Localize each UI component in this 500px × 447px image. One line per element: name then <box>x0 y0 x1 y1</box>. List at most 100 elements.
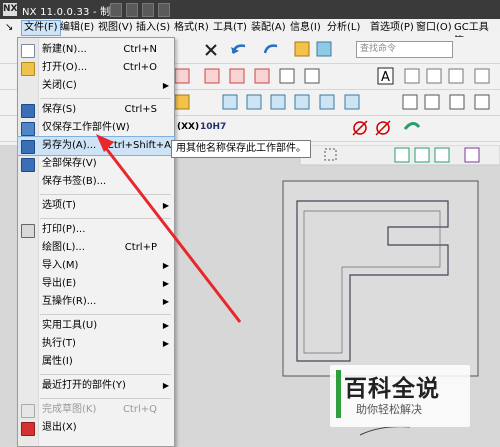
delete-icon[interactable] <box>205 44 217 56</box>
command-icon-2[interactable] <box>316 41 332 57</box>
menu-item-close[interactable]: 关闭(C) ▶ <box>18 77 174 95</box>
menu-item-new[interactable]: 新建(N)... Ctrl+N <box>18 41 174 59</box>
menu-separator <box>40 98 171 99</box>
sketch-icon[interactable] <box>175 68 190 84</box>
menu-assembly[interactable]: 装配(A) <box>249 21 288 35</box>
menu-bar: ↘ 文件(F) 编辑(E) 视图(V) 插入(S) 格式(R) 工具(T) 装配… <box>0 19 500 47</box>
drawing-sheet[interactable] <box>282 180 479 377</box>
undo-icon[interactable] <box>231 44 246 54</box>
menu-window[interactable]: 窗口(O) <box>414 21 454 35</box>
title-bar: NX NX 11.0.0.33 - 制图 <box>0 0 500 19</box>
dimension-icon-1[interactable] <box>175 94 190 110</box>
annotation-icon-2[interactable] <box>426 68 442 84</box>
command-icon-1[interactable] <box>294 41 310 57</box>
menu-item-options[interactable]: 选项(T) ▶ <box>18 197 174 215</box>
watermark-accent-bar <box>336 370 341 418</box>
tolerance-10h7[interactable]: 10H7 <box>200 122 226 132</box>
menu-item-save-as[interactable]: 另存为(A)... Ctrl+Shift+A <box>17 136 175 156</box>
watermark-subtitle: 助你轻松解决 <box>356 403 422 416</box>
menu-item-execute[interactable]: 执行(T) ▶ <box>18 335 174 353</box>
menu-insert[interactable]: 插入(S) <box>134 21 172 35</box>
undo-quick-icon[interactable] <box>126 3 138 17</box>
snap-icon-4[interactable] <box>464 147 480 163</box>
menu-gc-toolbox[interactable]: GC工具箱 <box>452 21 500 47</box>
menu-item-utilities[interactable]: 实用工具(U) ▶ <box>18 317 174 335</box>
submenu-arrow-icon: ▶ <box>162 279 169 288</box>
menu-file[interactable]: 文件(F) <box>21 20 61 36</box>
tolerance-xx[interactable]: (XX) <box>177 122 199 132</box>
menu-tools[interactable]: 工具(T) <box>211 21 249 35</box>
menu-preferences[interactable]: 首选项(P) <box>368 21 416 35</box>
menu-item-save-work-part[interactable]: 仅保存工作部件(W) <box>18 119 174 137</box>
svg-text:A: A <box>381 70 390 85</box>
dimension-icon-4[interactable] <box>270 94 286 110</box>
menu-item-recent-parts[interactable]: 最近打开的部件(Y) ▶ <box>18 377 174 395</box>
menu-separator <box>40 194 171 195</box>
menu-item-save[interactable]: 保存(S) Ctrl+S <box>18 101 174 119</box>
dimension-icon-11[interactable] <box>474 94 490 110</box>
finish-sketch-icon <box>21 404 35 418</box>
dimension-icon-2[interactable] <box>222 94 238 110</box>
annotation-icon-3[interactable] <box>448 68 464 84</box>
menu-format[interactable]: 格式(R) <box>172 21 211 35</box>
snap-icon-3[interactable] <box>434 147 450 163</box>
view-icon-4[interactable] <box>279 68 295 84</box>
dimension-icon-5[interactable] <box>294 94 310 110</box>
view-icon-5[interactable] <box>304 68 320 84</box>
menu-item-finish-sketch[interactable]: 完成草图(K) Ctrl+Q <box>18 401 174 419</box>
menu-item-import[interactable]: 导入(M) ▶ <box>18 257 174 275</box>
dimension-icon-9[interactable] <box>424 94 440 110</box>
dimension-icon-6[interactable] <box>319 94 335 110</box>
watermark: 百科全说 助你轻松解决 <box>330 365 470 427</box>
menu-item-interoperate[interactable]: 互操作(R)... ▶ <box>18 293 174 311</box>
view-icon-3[interactable] <box>254 68 270 84</box>
menu-item-open[interactable]: 打开(O)... Ctrl+O <box>18 59 174 77</box>
menu-item-export[interactable]: 导出(E) ▶ <box>18 275 174 293</box>
nx-logo-icon: NX <box>3 3 18 16</box>
note-icon[interactable]: A <box>377 67 394 85</box>
save-work-part-icon <box>21 122 35 136</box>
menu-view[interactable]: 视图(V) <box>96 21 135 35</box>
cut-quick-icon[interactable] <box>158 3 170 17</box>
exit-icon <box>21 422 35 436</box>
diameter-icon-2[interactable] <box>375 120 391 136</box>
menu-item-print[interactable]: 打印(P)... <box>18 221 174 239</box>
menu-item-exit[interactable]: 退出(X) <box>18 419 174 437</box>
menu-item-save-bookmark[interactable]: 保存书签(B)... <box>18 173 174 191</box>
dimension-icon-10[interactable] <box>449 94 465 110</box>
snap-icon-2[interactable] <box>414 147 430 163</box>
snap-icon-1[interactable] <box>394 147 410 163</box>
menu-info[interactable]: 信息(I) <box>288 21 323 35</box>
save-quick-icon[interactable] <box>110 3 122 17</box>
dimension-icon-3[interactable] <box>246 94 262 110</box>
save-as-icon <box>21 140 35 154</box>
arrow-icon[interactable] <box>403 122 421 130</box>
save-icon <box>21 104 35 118</box>
annotation-icon-1[interactable] <box>404 68 420 84</box>
command-search-input[interactable]: 查找命令 <box>356 41 453 58</box>
submenu-arrow-icon: ▶ <box>162 201 169 210</box>
menu-analysis[interactable]: 分析(L) <box>325 21 362 35</box>
submenu-arrow-icon: ▶ <box>162 297 169 306</box>
menu-item-properties[interactable]: 属性(I) <box>18 353 174 371</box>
watermark-title: 百科全说 <box>344 376 440 402</box>
file-menu: 新建(N)... Ctrl+N 打开(O)... Ctrl+O 关闭(C) ▶ … <box>17 37 175 447</box>
redo-icon[interactable] <box>263 44 278 54</box>
print-icon <box>21 224 35 238</box>
menu-item-save-all[interactable]: 全部保存(V) <box>18 155 174 173</box>
view-icon-2[interactable] <box>229 68 245 84</box>
menu-item-plot[interactable]: 绘图(L)... Ctrl+P <box>18 239 174 257</box>
dimension-icon-7[interactable] <box>344 94 360 110</box>
menu-edit[interactable]: 编辑(E) <box>58 21 96 35</box>
submenu-arrow-icon: ▶ <box>162 261 169 270</box>
save-as-tooltip: 用其他名称保存此工作部件。 <box>171 140 311 158</box>
view-icon-1[interactable] <box>204 68 220 84</box>
submenu-arrow-icon: ▶ <box>162 339 169 348</box>
redo-quick-icon[interactable] <box>142 3 154 17</box>
menu-separator <box>40 314 171 315</box>
nx-menu-icon[interactable]: ↘ <box>3 21 19 35</box>
diameter-icon[interactable] <box>352 120 368 136</box>
dimension-icon-8[interactable] <box>402 94 418 110</box>
annotation-icon-4[interactable] <box>474 68 490 84</box>
menu-separator <box>40 398 171 399</box>
